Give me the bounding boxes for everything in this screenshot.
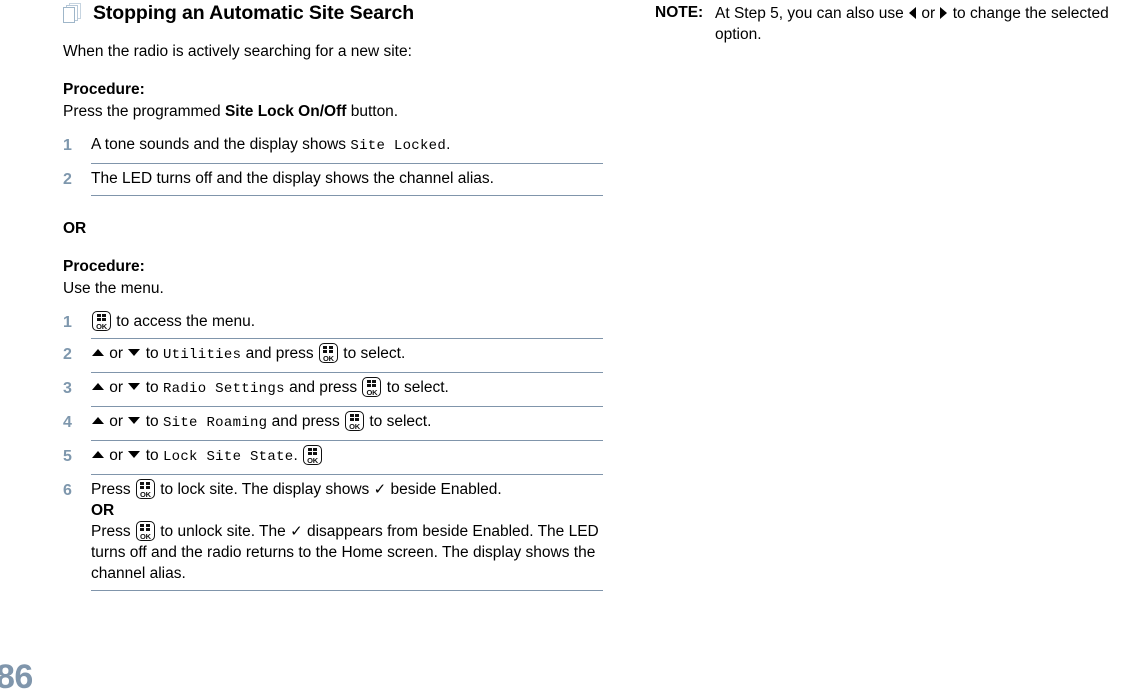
step-text-period: . — [293, 447, 303, 464]
list-item: 6 Press OK to lock site. The display sho… — [63, 479, 603, 595]
step-text-or: or — [105, 447, 128, 464]
procedure-lead-1: Press the programmed Site Lock On/Off bu… — [63, 102, 603, 122]
step-number: 3 — [63, 380, 72, 397]
list-item: 1 A tone sounds and the display shows Si… — [63, 134, 603, 168]
menu-ok-key-icon: OK — [92, 311, 111, 331]
list-item: 5 or to Lock Site State. OK — [63, 445, 603, 479]
list-item: 2 or to Utilities and press OK to select… — [63, 343, 603, 377]
menu-ok-key-icon: OK — [135, 479, 155, 499]
right-column: NOTE: At Step 5, you can also use or to … — [655, 0, 1115, 45]
document-page: Stopping an Automatic Site Search When t… — [0, 0, 1121, 698]
site-lock-button-name: Site Lock On/Off — [224, 103, 347, 120]
step-text-before: The LED turns off and the display shows … — [91, 170, 494, 187]
step6-line2-before: Press — [91, 523, 135, 540]
intro-paragraph: When the radio is actively searching for… — [63, 43, 412, 60]
menu-item-name: Radio Settings — [162, 381, 285, 397]
step-text-select: to select. — [365, 413, 432, 430]
procedure-lead-2: Use the menu. — [63, 280, 164, 297]
step-text-to: to — [141, 413, 163, 430]
stacked-pages-icon — [63, 3, 85, 25]
procedure-lead-1-before: Press the programmed — [63, 103, 225, 120]
page-number: 86 — [0, 658, 33, 696]
step-text-press: and press — [267, 413, 345, 430]
step6-or-divider: OR — [91, 502, 115, 519]
list-item: 4 or to Site Roaming and press OK to sel… — [63, 411, 603, 445]
arrow-down-icon — [128, 349, 141, 356]
section-heading: Stopping an Automatic Site Search — [63, 0, 603, 25]
step-text-or: or — [105, 413, 128, 430]
step-text: OK to access the menu. — [91, 311, 603, 339]
menu-ok-key-icon: OK — [135, 521, 155, 541]
arrow-down-icon — [128, 383, 141, 390]
list-item: 3 or to Radio Settings and press OK to s… — [63, 377, 603, 411]
step-number: 4 — [63, 414, 72, 431]
arrow-up-icon — [92, 349, 104, 356]
step-text-press: and press — [284, 379, 362, 396]
step-number: 5 — [63, 448, 72, 465]
arrow-left-icon — [909, 7, 917, 19]
note-text-middle: or — [917, 5, 940, 22]
menu-ok-key-icon: OK — [345, 411, 365, 431]
arrow-down-icon — [128, 417, 141, 424]
step-text: or to Lock Site State. OK — [91, 445, 603, 475]
procedure-lead-1-after: button. — [346, 103, 399, 120]
note-block: NOTE: At Step 5, you can also use or to … — [655, 0, 1115, 45]
step-number: 1 — [63, 314, 72, 331]
list-item: 1 OK to access the menu. — [63, 311, 603, 343]
step-number: 2 — [63, 171, 72, 188]
arrow-up-icon — [92, 417, 104, 424]
step-text-after: . — [446, 136, 451, 153]
step-text-select: to select. — [382, 379, 449, 396]
left-column: Stopping an Automatic Site Search When t… — [63, 0, 603, 595]
step-text: Press OK to lock site. The display shows… — [91, 479, 603, 591]
step-text-or: or — [105, 379, 128, 396]
step-number: 6 — [63, 482, 72, 499]
menu-ok-key-icon: OK — [362, 377, 382, 397]
arrow-right-icon — [940, 7, 948, 19]
step6-line2-after: to unlock site. The — [155, 523, 291, 540]
step-text: The LED turns off and the display shows … — [91, 168, 603, 196]
step-text-select: to select. — [338, 345, 406, 362]
step-text: or to Radio Settings and press OK to sel… — [91, 377, 603, 407]
step-text-to: to — [141, 447, 163, 464]
arrow-down-icon — [128, 451, 141, 458]
arrow-up-icon — [92, 451, 104, 458]
checkmark-icon: ✓ — [373, 481, 387, 498]
note-label: NOTE: — [655, 4, 704, 21]
step-number: 1 — [63, 137, 72, 154]
menu-item-name: Lock Site State — [162, 449, 294, 465]
note-text-before: At Step 5, you can also use — [715, 5, 909, 22]
or-divider: OR — [63, 220, 87, 237]
procedure-1-steps: 1 A tone sounds and the display shows Si… — [63, 134, 603, 200]
step-text: A tone sounds and the display shows Site… — [91, 134, 603, 164]
step-number: 2 — [63, 346, 72, 363]
step-text-to: to — [141, 379, 163, 396]
step-text-to: to — [141, 345, 163, 362]
menu-ok-key-icon: OK — [303, 445, 323, 465]
step-text-or: or — [105, 345, 128, 362]
display-text: Site Locked — [350, 138, 447, 154]
list-item: 2 The LED turns off and the display show… — [63, 168, 603, 200]
procedure-2-steps: 1 OK to access the menu. 2 or to Utiliti… — [63, 311, 603, 595]
checkmark-icon: ✓ — [290, 523, 303, 540]
page-title: Stopping an Automatic Site Search — [93, 2, 415, 24]
menu-item-name: Utilities — [162, 347, 242, 363]
step-text: or to Site Roaming and press OK to selec… — [91, 411, 603, 441]
note-text: At Step 5, you can also use or to change… — [715, 3, 1115, 45]
arrow-up-icon — [92, 383, 104, 390]
step-text-after: to access the menu. — [112, 313, 256, 330]
menu-item-name: Site Roaming — [162, 415, 268, 431]
step-text-before: A tone sounds and the display shows — [91, 136, 351, 153]
step6-line1-tail: beside Enabled. — [386, 481, 502, 498]
step-text: or to Utilities and press OK to select. — [91, 343, 603, 373]
step6-line1-before: Press — [91, 481, 135, 498]
procedure-label-2: Procedure: — [63, 258, 145, 275]
step-text-press: and press — [241, 345, 318, 362]
menu-ok-key-icon: OK — [318, 343, 338, 363]
procedure-label-1: Procedure: — [63, 81, 145, 98]
step6-line1-after: to lock site. The display shows — [155, 481, 374, 498]
